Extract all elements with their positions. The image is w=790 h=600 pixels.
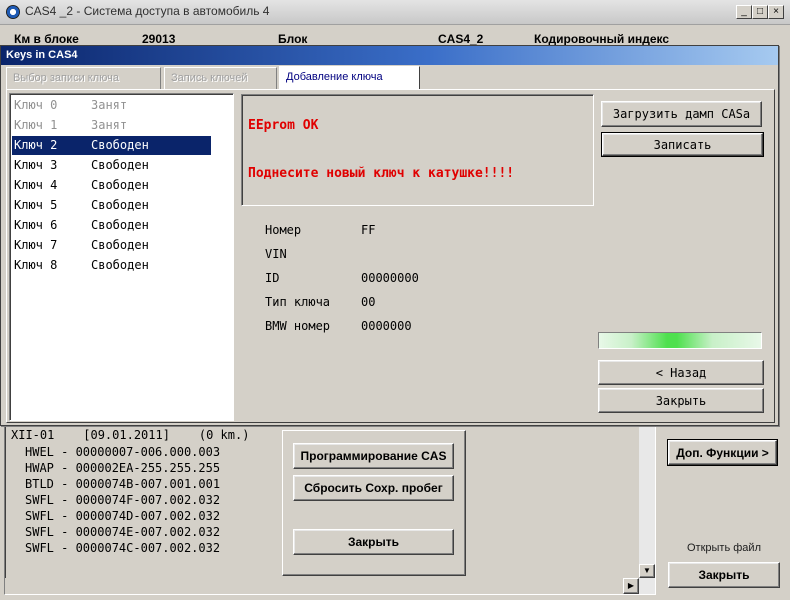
scroll-down-icon[interactable]: ▼ <box>639 564 655 578</box>
app-icon <box>6 5 20 19</box>
block-value: CAS4_2 <box>438 32 484 46</box>
key-name: Ключ 7 <box>14 238 58 252</box>
log-partial-line: XII-01 [09.01.2011] (0 km.) <box>11 428 250 442</box>
present-key-instruction: Поднесите новый ключ к катушке!!!! <box>248 166 515 181</box>
progress-fill <box>599 333 761 348</box>
key-type-label: Тип ключа <box>265 295 331 309</box>
key-status: Занят <box>91 118 128 132</box>
key-name: Ключ 2 <box>14 138 58 152</box>
inner-close-button[interactable]: Закрыть <box>293 529 454 555</box>
minimize-icon[interactable]: _ <box>736 5 752 19</box>
log-line: HWEL - 00000007-006.000.003 <box>25 445 221 459</box>
log-scrollbar[interactable]: ▼ <box>639 426 655 594</box>
key-status: Свободен <box>91 138 149 152</box>
write-button[interactable]: Записать <box>601 132 764 157</box>
list-item[interactable]: Ключ 8 Свободен <box>12 256 211 275</box>
key-status: Свободен <box>91 158 149 172</box>
log-line: HWAP - 000002EA-255.255.255 <box>25 461 221 475</box>
reset-mileage-button[interactable]: Сбросить Сохр. пробег <box>293 475 454 501</box>
km-label: Км в блоке <box>14 32 79 46</box>
coding-index-label: Кодировочный индекс <box>534 32 670 46</box>
key-status: Свободен <box>91 218 149 232</box>
key-status: Свободен <box>91 198 149 212</box>
key-name: Ключ 6 <box>14 218 58 232</box>
open-file-label[interactable]: Открыть файл <box>687 542 761 554</box>
key-name: Ключ 4 <box>14 178 58 192</box>
back-button[interactable]: < Назад <box>598 360 764 385</box>
km-value: 29013 <box>142 32 176 46</box>
list-item-selected[interactable]: Ключ 2 Свободен <box>12 136 211 155</box>
vin-label: VIN <box>265 247 287 261</box>
tab-add-key[interactable]: Добавление ключа <box>279 66 420 90</box>
log-hscrollbar[interactable]: ▶ <box>5 578 639 594</box>
id-label: ID <box>265 271 280 285</box>
log-line: SWFL - 0000074D-007.002.032 <box>25 509 221 523</box>
dialog-title: Keys in CAS4 <box>6 49 78 61</box>
extra-functions-button[interactable]: Доп. Функции > <box>667 439 778 466</box>
scroll-right-icon[interactable]: ▶ <box>623 578 639 594</box>
log-line: SWFL - 0000074F-007.002.032 <box>25 493 221 507</box>
list-item[interactable]: Ключ 1 Занят <box>12 116 211 135</box>
window-title: CAS4 _2 - Система доступа в автомобиль 4 <box>25 4 270 18</box>
number-value: FF <box>361 223 376 237</box>
program-cas-button[interactable]: Программирование CAS <box>293 443 454 469</box>
key-name: Ключ 0 <box>14 98 58 112</box>
bmw-number-value: 0000000 <box>361 319 412 333</box>
id-value: 00000000 <box>361 271 419 285</box>
list-item[interactable]: Ключ 6 Свободен <box>12 216 211 235</box>
bmw-number-label: BMW номер <box>265 319 331 333</box>
progress-bar <box>598 332 762 349</box>
main-title-bar: CAS4 _2 - Система доступа в автомобиль 4… <box>0 0 790 25</box>
tab-key-record-select[interactable]: Выбор записи ключа <box>6 67 161 89</box>
key-list[interactable]: Ключ 0 Занят Ключ 1 Занят Ключ 2 Свободе… <box>9 93 234 421</box>
key-status: Занят <box>91 98 128 112</box>
list-item[interactable]: Ключ 3 Свободен <box>12 156 211 175</box>
log-line: BTLD - 0000074B-007.001.001 <box>25 477 221 491</box>
maximize-icon[interactable]: □ <box>752 5 768 19</box>
keys-dialog-title-bar: Keys in CAS4 <box>1 46 778 65</box>
key-name: Ключ 1 <box>14 118 58 132</box>
block-label: Блок <box>278 32 308 46</box>
log-line: SWFL - 0000074C-007.002.032 <box>25 541 221 555</box>
key-status: Свободен <box>91 178 149 192</box>
load-dump-button[interactable]: Загрузить дамп CASa <box>601 101 762 127</box>
key-name: Ключ 3 <box>14 158 58 172</box>
list-item[interactable]: Ключ 7 Свободен <box>12 236 211 255</box>
list-item[interactable]: Ключ 0 Занят <box>12 96 211 115</box>
list-item[interactable]: Ключ 4 Свободен <box>12 176 211 195</box>
list-item[interactable]: Ключ 5 Свободен <box>12 196 211 215</box>
main-close-button[interactable]: Закрыть <box>668 562 780 588</box>
number-label: Номер <box>265 223 302 237</box>
key-status: Свободен <box>91 258 149 272</box>
close-icon[interactable]: × <box>768 5 784 19</box>
close-button[interactable]: Закрыть <box>598 388 764 413</box>
key-status: Свободен <box>91 238 149 252</box>
eeprom-status: EEprom OK <box>248 118 319 133</box>
message-box: EEprom OK Поднесите новый ключ к катушке… <box>241 94 594 206</box>
key-type-value: 00 <box>361 295 376 309</box>
log-line: SWFL - 0000074E-007.002.032 <box>25 525 221 539</box>
key-name: Ключ 5 <box>14 198 58 212</box>
tab-write-keys[interactable]: Запись ключей <box>164 67 277 89</box>
key-name: Ключ 8 <box>14 258 58 272</box>
